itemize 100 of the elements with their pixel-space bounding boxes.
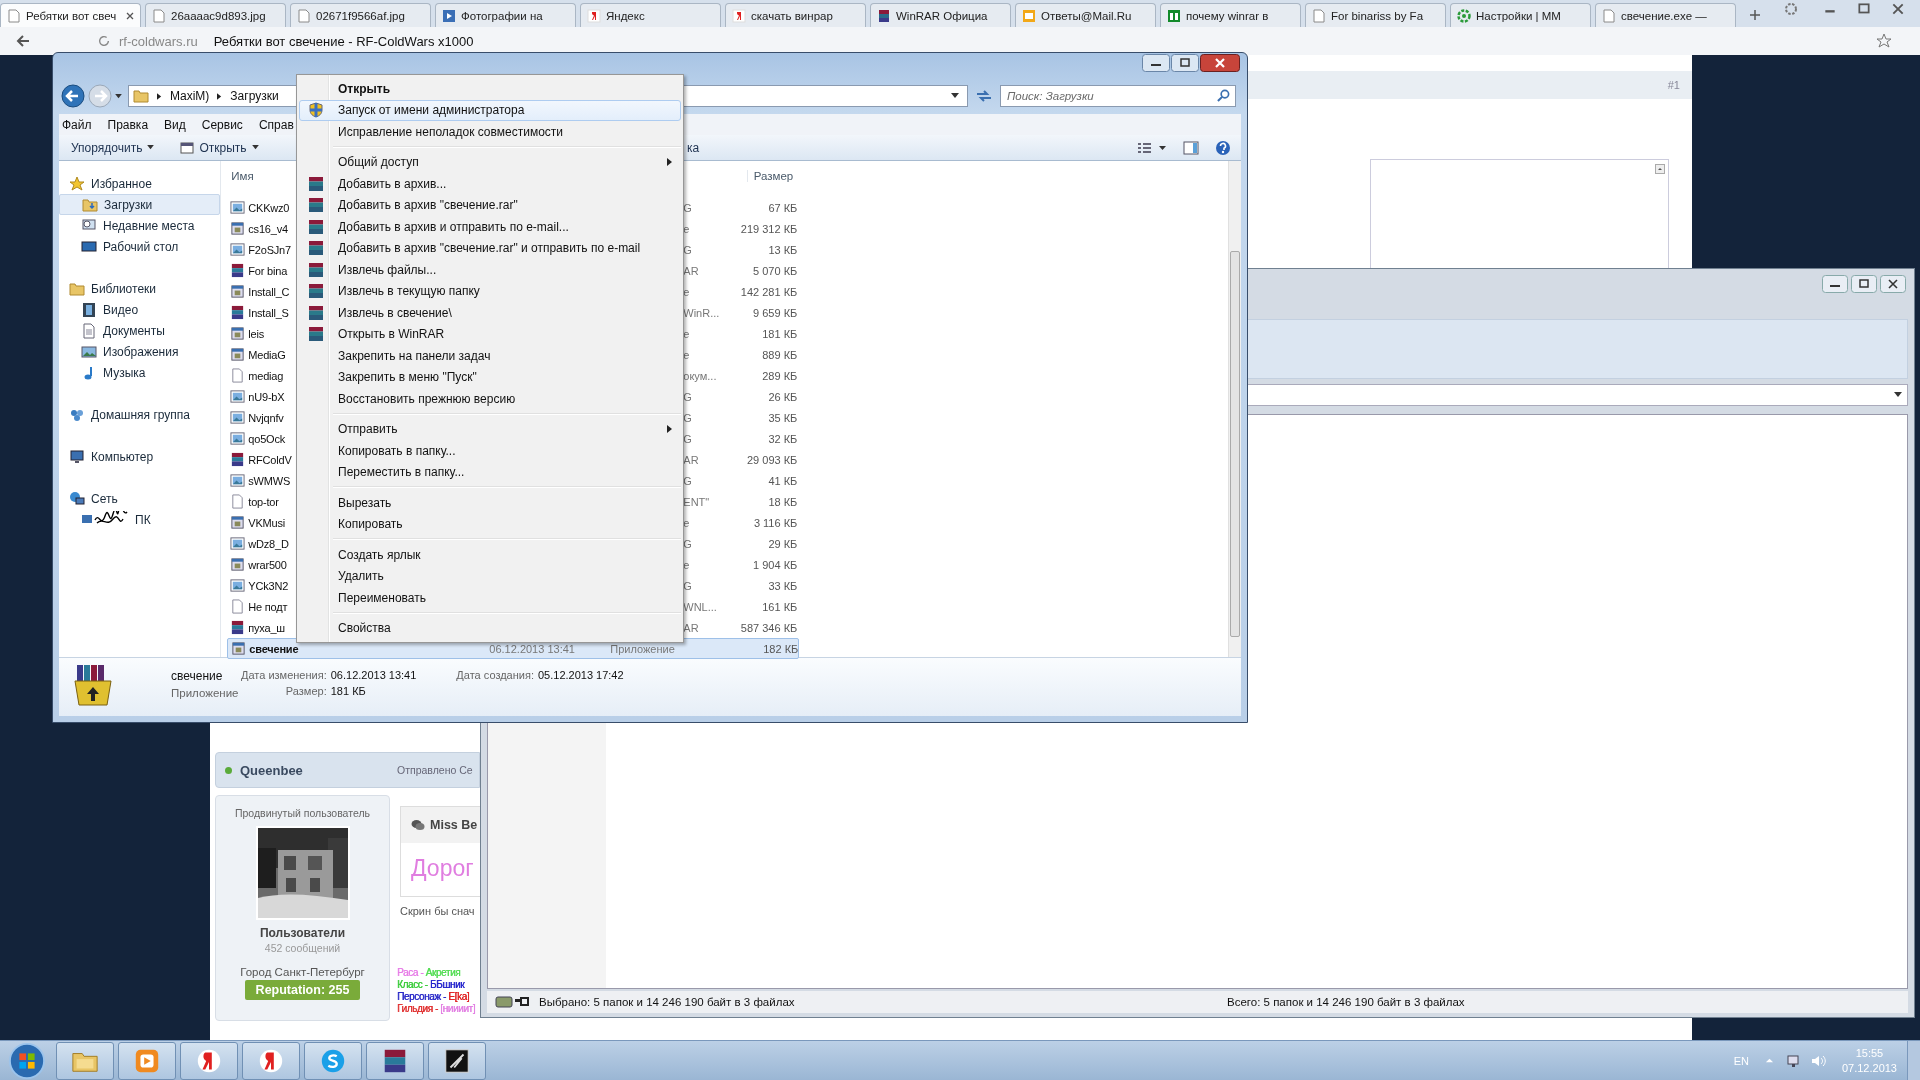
menu-item[interactable]: Создать ярлык — [299, 544, 681, 566]
reload-icon[interactable] — [97, 34, 111, 48]
sidebar-item[interactable]: Документы — [59, 320, 221, 341]
sidebar-item[interactable]: Видео — [59, 299, 221, 320]
menu-item[interactable]: Копировать — [299, 513, 681, 535]
file-name[interactable]: top-tor — [248, 495, 279, 508]
organize-button[interactable]: Упорядочить — [71, 140, 155, 155]
file-name[interactable]: YCk3N2 — [248, 579, 289, 592]
file-name[interactable]: sWMWS — [248, 474, 291, 487]
file-name[interactable]: MediaG — [248, 348, 286, 361]
taskbar-button[interactable] — [428, 1041, 486, 1080]
sidebar-item[interactable]: Компьютер — [59, 446, 221, 467]
star-icon[interactable] — [1876, 33, 1892, 49]
menu-item[interactable]: Восстановить прежнюю версию — [299, 388, 681, 410]
column-header[interactable]: Размер — [746, 170, 794, 182]
file-name[interactable]: F2oSJn7 — [248, 243, 291, 256]
browser-tab[interactable]: свечение.exe — — [1595, 3, 1736, 27]
open-button[interactable]: Открыть — [180, 140, 259, 155]
menu-item[interactable]: Копировать в папку... — [299, 440, 681, 462]
menu-item[interactable]: Открыть — [299, 78, 681, 100]
author-name[interactable]: Queenbee — [240, 762, 303, 778]
browser-tab[interactable]: 02671f9566af.jpg — [290, 3, 431, 27]
preview-pane-icon[interactable] — [1183, 139, 1199, 156]
maximize-icon[interactable] — [1171, 54, 1199, 72]
file-name[interactable]: qo5Ock — [248, 432, 285, 445]
file-name[interactable]: wDz8_D — [248, 537, 289, 550]
browser-tab[interactable]: Ответы@Mail.Ru — [1015, 3, 1156, 27]
file-name[interactable]: mediag — [248, 369, 284, 382]
minimize-icon[interactable] — [1142, 54, 1170, 72]
sidebar-item[interactable]: Домашняя группа — [59, 404, 221, 425]
file-name[interactable]: Install_C — [248, 285, 290, 298]
file-name[interactable]: Install_S — [248, 306, 289, 319]
path-segment[interactable]: MaxiM) — [170, 89, 210, 104]
browser-tab[interactable]: 26aaaac9d893.jpg — [145, 3, 286, 27]
menu-item[interactable]: Извлечь в свечение\ — [299, 302, 681, 324]
browser-tab[interactable]: Ребятки вот свеч — [0, 3, 141, 27]
file-name[interactable]: Nvjqnfv — [248, 411, 284, 424]
sidebar-item[interactable]: Загрузки — [59, 194, 221, 215]
column-header[interactable]: Имя — [231, 170, 254, 182]
view-options-icon[interactable] — [1137, 140, 1167, 155]
menu-item[interactable]: Закрепить в меню "Пуск" — [299, 366, 681, 388]
maximize-icon[interactable] — [1851, 275, 1877, 293]
menu-item[interactable]: Переименовать — [299, 587, 681, 609]
path-segment[interactable]: Загрузки — [230, 89, 279, 104]
browser-tab[interactable]: скачать винрар — [725, 3, 866, 27]
file-name[interactable]: For bina — [248, 264, 288, 277]
back-arrow-icon[interactable] — [15, 33, 31, 49]
menu-item[interactable]: Исправление неполадок совместимости — [299, 121, 681, 143]
menu-item[interactable]: Закрепить на панели задач — [299, 345, 681, 367]
close-icon[interactable] — [1880, 275, 1906, 293]
menu-item[interactable]: Справ — [258, 117, 294, 132]
scroll-thumb[interactable] — [1229, 251, 1240, 637]
file-name[interactable]: свечение — [249, 642, 299, 655]
sidebar-item[interactable]: Сеть — [59, 488, 221, 509]
new-tab-icon[interactable] — [1748, 8, 1762, 22]
sidebar-item[interactable]: ПК — [59, 509, 221, 530]
settings-icon[interactable] — [1784, 2, 1798, 16]
menu-item[interactable]: Добавить в архив "свечение.rar" — [299, 194, 681, 216]
search-field[interactable]: Поиск: Загрузки — [1000, 85, 1236, 108]
file-name[interactable]: cs16_v4 — [248, 222, 288, 235]
back-button[interactable] — [61, 84, 85, 109]
browser-tab[interactable]: For binariss by Fa — [1305, 3, 1446, 27]
start-button[interactable] — [8, 1041, 46, 1080]
menu-item[interactable]: Открыть в WinRAR — [299, 323, 681, 345]
file-name[interactable]: leis — [248, 327, 264, 340]
sidebar-item[interactable]: Избранное — [59, 173, 221, 194]
file-name[interactable]: VKMusi — [248, 516, 285, 529]
minimize-icon[interactable] — [1822, 275, 1848, 293]
file-name[interactable]: Не подт — [248, 600, 288, 613]
menu-item[interactable]: Правка — [107, 117, 149, 132]
menu-item[interactable]: Общий доступ — [299, 151, 681, 173]
network-icon[interactable] — [1785, 1052, 1802, 1069]
caret-icon[interactable] — [115, 93, 122, 99]
sidebar-item[interactable]: Библиотеки — [59, 278, 221, 299]
browser-tab[interactable]: почему winrar в — [1160, 3, 1301, 27]
help-icon[interactable] — [1215, 139, 1231, 156]
browser-tab[interactable]: Яндекс — [580, 3, 721, 27]
menu-item[interactable]: Свойства — [299, 617, 681, 639]
file-name[interactable]: пуха_ш — [248, 621, 285, 634]
sidebar-item[interactable]: Рабочий стол — [59, 236, 221, 257]
scrollbar[interactable] — [1227, 161, 1241, 657]
menu-item[interactable]: Добавить в архив... — [299, 173, 681, 195]
menu-item[interactable]: Запуск от имени администратора — [299, 99, 681, 121]
sidebar-item[interactable]: Музыка — [59, 362, 221, 383]
close-icon[interactable] — [1200, 54, 1240, 72]
close-icon[interactable] — [126, 11, 134, 20]
sidebar-item[interactable]: Недавние места — [59, 215, 221, 236]
browser-tab[interactable]: WinRAR Официа — [870, 3, 1011, 27]
menu-item[interactable]: Файл — [62, 117, 92, 132]
menu-item[interactable]: Добавить в архив "свечение.rar" и отправить по e-mail — [299, 237, 681, 259]
toolbar-button[interactable]: ка — [687, 140, 700, 155]
sidebar-item[interactable]: Изображения — [59, 341, 221, 362]
menu-item[interactable]: Извлечь в текущую папку — [299, 280, 681, 302]
menu-item[interactable]: Вырезать — [299, 492, 681, 514]
file-name[interactable]: CKKwz0 — [248, 201, 290, 214]
taskbar-button[interactable] — [366, 1041, 424, 1080]
menu-item[interactable]: Сервис — [201, 117, 243, 132]
browser-tab[interactable]: Фотографии на — [435, 3, 576, 27]
menu-item[interactable]: Добавить в архив и отправить по e-mail... — [299, 216, 681, 238]
menu-item[interactable]: Удалить — [299, 565, 681, 587]
